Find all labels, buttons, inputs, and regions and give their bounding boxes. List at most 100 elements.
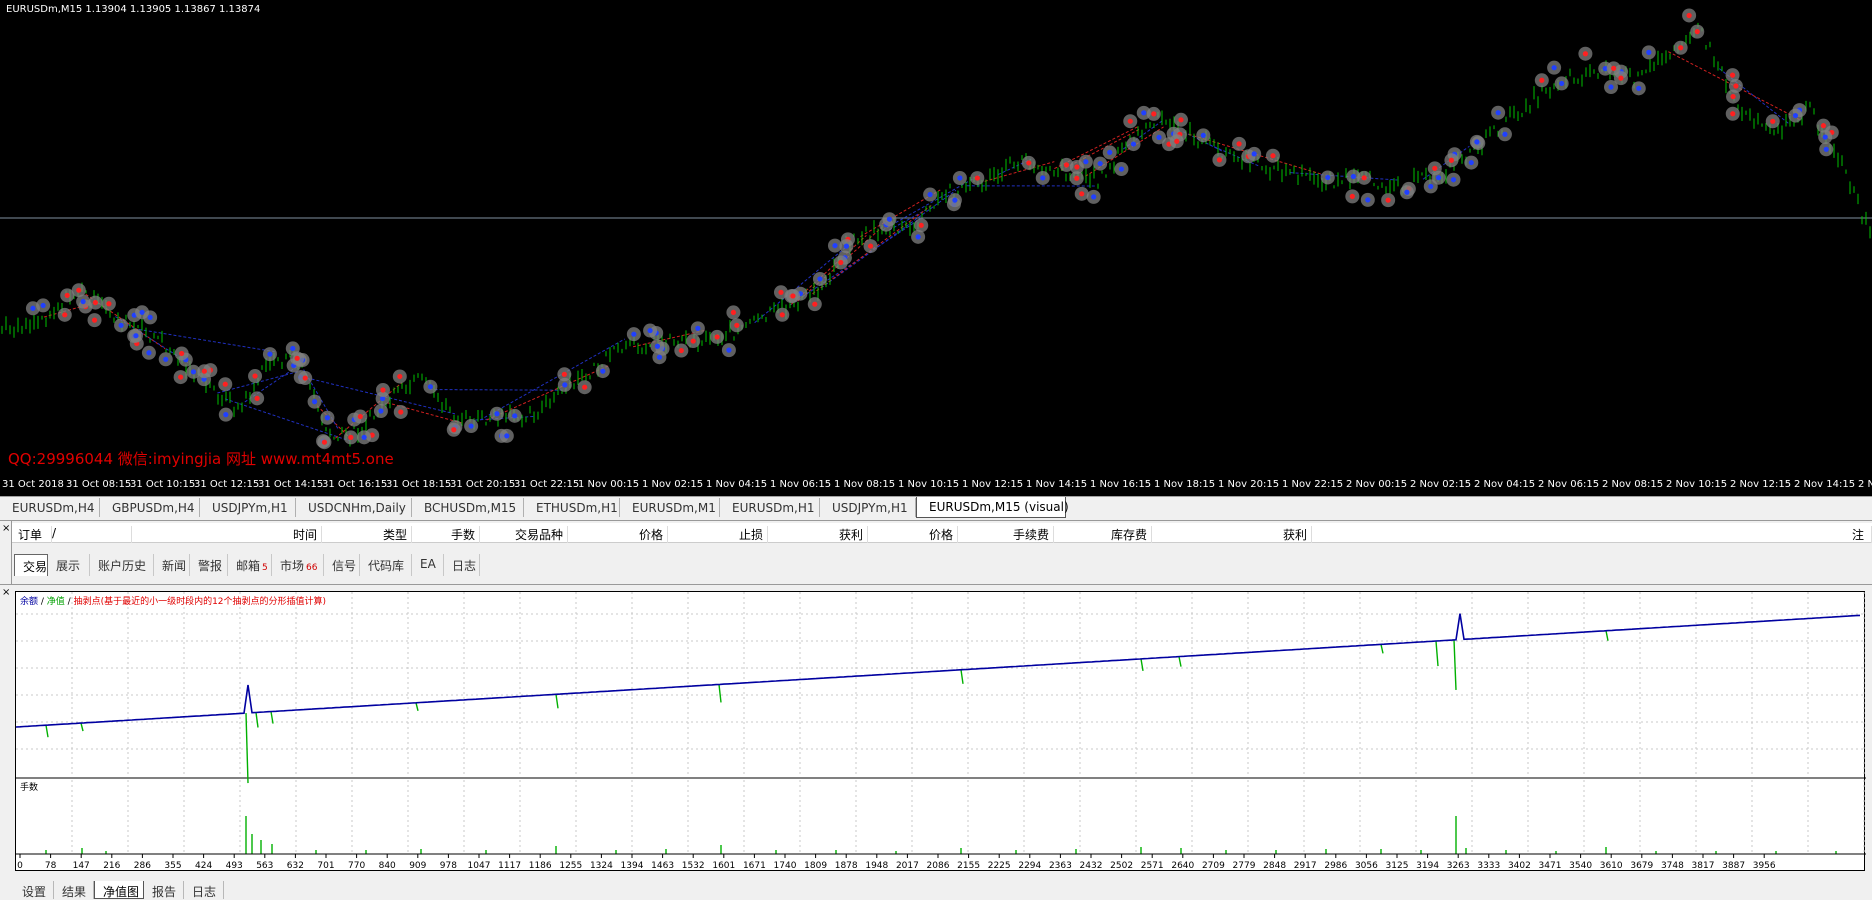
trade-marker — [374, 404, 388, 418]
orders-column-header[interactable]: 获利 — [768, 526, 868, 543]
x-tick-label: 2155 — [957, 861, 980, 871]
x-tick-label: 3887 — [1722, 861, 1745, 871]
trade-marker — [1196, 128, 1210, 142]
time-axis-label: 1 Nov 12:15 — [962, 479, 1023, 490]
close-icon[interactable]: × — [2, 587, 10, 598]
x-tick-label: 3125 — [1386, 861, 1409, 871]
chart-tab[interactable]: USDJPYm,H1 — [820, 498, 916, 517]
chart-tab[interactable]: USDCNHm,Daily — [296, 498, 412, 517]
orders-column-header[interactable]: 手数 — [412, 526, 480, 543]
trade-marker — [1535, 73, 1549, 87]
trade-marker — [1361, 193, 1375, 207]
trade-marker — [1357, 171, 1371, 185]
orders-column-header[interactable]: 止损 — [668, 526, 768, 543]
terminal-tab[interactable]: 信号 — [324, 554, 360, 576]
x-tick-label: 3333 — [1477, 861, 1500, 871]
trade-marker — [839, 239, 853, 253]
x-tick-label: 1740 — [774, 861, 797, 871]
chart-tab[interactable]: EURUSDm,H4 — [0, 498, 100, 517]
trade-marker — [1170, 134, 1184, 148]
price-chart[interactable]: EURUSDm,M15 1.13904 1.13905 1.13867 1.13… — [0, 0, 1872, 496]
time-axis-label: 1 Nov 18:15 — [1154, 479, 1215, 490]
trade-marker — [774, 285, 788, 299]
balance-line — [16, 614, 1860, 727]
tester-tab[interactable]: 净值图 — [94, 881, 144, 899]
terminal-tab[interactable]: 代码库 — [360, 554, 412, 576]
chart-tab[interactable]: EURUSDm,H1 — [720, 498, 820, 517]
chart-tab[interactable]: EURUSDm,M15 (visual) — [916, 497, 1066, 518]
trade-marker — [578, 380, 592, 394]
trade-marker — [393, 369, 407, 383]
tester-tab[interactable]: 报告 — [144, 881, 184, 899]
terminal-tab[interactable]: EA — [412, 554, 444, 576]
orders-column-header[interactable]: / — [52, 526, 132, 543]
trade-marker — [722, 343, 736, 357]
trade-marker — [911, 230, 925, 244]
trade-marker — [1087, 190, 1101, 204]
time-axis-label: 1 Nov 00:15 — [578, 479, 639, 490]
x-tick-label: 2848 — [1263, 861, 1286, 871]
time-axis-label: 31 Oct 20:15 — [450, 479, 515, 490]
terminal-tab[interactable]: 交易 — [14, 554, 48, 576]
chart-tab[interactable]: ETHUSDm,H1 — [524, 498, 620, 517]
x-tick-label: 2917 — [1294, 861, 1317, 871]
orders-column-header[interactable]: 价格 — [868, 526, 958, 543]
trade-marker — [1578, 47, 1592, 61]
trade-marker — [953, 171, 967, 185]
close-icon[interactable]: × — [2, 523, 10, 534]
terminal-tab[interactable]: 邮箱5 — [228, 554, 272, 576]
legend-sep: / — [38, 597, 47, 607]
terminal-tab[interactable]: 市场66 — [272, 554, 324, 576]
tester-tab[interactable]: 结果 — [54, 881, 94, 899]
trade-marker — [26, 301, 40, 315]
terminal-tab[interactable]: 日志 — [444, 554, 480, 576]
terminal-tab-label: 新闻 — [162, 559, 186, 573]
trade-marker — [76, 295, 90, 309]
trade-marker — [114, 318, 128, 332]
tester-tab[interactable]: 日志 — [184, 881, 224, 899]
trade-marker — [58, 308, 72, 322]
terminal-tab[interactable]: 展示 — [48, 554, 90, 576]
trade-marker — [1726, 68, 1740, 82]
trade-marker — [674, 344, 688, 358]
trade-marker — [1075, 187, 1089, 201]
trade-marker — [813, 272, 827, 286]
terminal-tab-label: 代码库 — [368, 559, 404, 573]
trade-marker — [186, 365, 200, 379]
chart-tab[interactable]: BCHUSDm,M15 — [412, 498, 524, 517]
trade-marker — [686, 334, 700, 348]
orders-column-header[interactable]: 时间 — [132, 526, 322, 543]
tester-tab[interactable]: 设置 — [14, 881, 54, 899]
terminal-tab[interactable]: 新闻 — [154, 554, 190, 576]
time-axis-label: 1 Nov 20:15 — [1218, 479, 1279, 490]
trade-marker — [1642, 45, 1656, 59]
trade-marker — [1444, 153, 1458, 167]
chart-tab[interactable]: GBPUSDm,H4 — [100, 498, 200, 517]
terminal-tab-label: 信号 — [332, 559, 356, 573]
x-tick-label: 1324 — [590, 861, 613, 871]
orders-column-header[interactable]: 订单 — [18, 526, 52, 543]
terminal-tab[interactable]: 警报 — [190, 554, 228, 576]
x-tick-label: 3263 — [1447, 861, 1470, 871]
x-tick-label: 216 — [103, 861, 120, 871]
trade-marker — [490, 407, 504, 421]
orders-column-header[interactable]: 手续费 — [958, 526, 1054, 543]
trade-marker — [808, 297, 822, 311]
orders-column-header[interactable]: 获利 — [1152, 526, 1312, 543]
time-axis-label: 1 Nov 10:15 — [898, 479, 959, 490]
chart-tab[interactable]: EURUSDm,M1 — [620, 498, 720, 517]
orders-column-header[interactable]: 类型 — [322, 526, 412, 543]
equity-drawdown-spike — [256, 712, 258, 727]
chart-tab[interactable]: USDJPYm,H1 — [200, 498, 296, 517]
orders-column-header[interactable]: 注 — [1852, 526, 1872, 543]
terminal-tab[interactable]: 账户历史 — [90, 554, 154, 576]
price-chart-canvas[interactable] — [0, 0, 1872, 476]
x-tick-label: 3679 — [1630, 861, 1653, 871]
orders-column-header[interactable]: 交易品种 — [480, 526, 568, 543]
x-tick-label: 2640 — [1171, 861, 1194, 871]
x-tick-label: 3610 — [1600, 861, 1623, 871]
orders-column-header[interactable]: 库存费 — [1054, 526, 1152, 543]
orders-column-header[interactable]: 价格 — [568, 526, 668, 543]
trade-marker — [1690, 25, 1704, 39]
time-axis-label: 31 Oct 22:15 — [514, 479, 579, 490]
